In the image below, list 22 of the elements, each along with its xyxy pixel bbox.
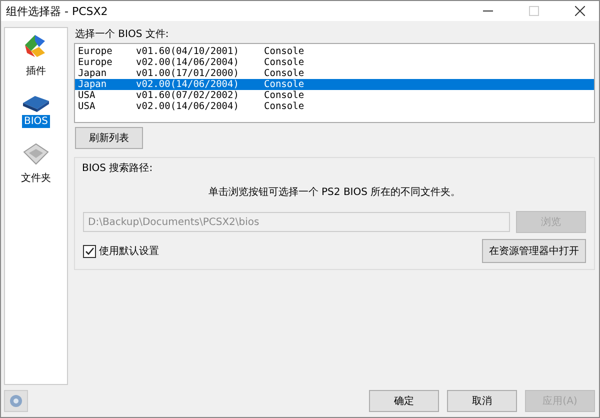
sidebar-item[interactable]: 插件 xyxy=(24,63,48,79)
list-item[interactable]: Europe v02.00(14/06/2004) Console xyxy=(75,57,594,68)
sidebar-item[interactable]: 文件夹 xyxy=(19,170,53,186)
open-explorer-button[interactable]: 在资源管理器中打开 xyxy=(482,239,586,263)
checkbox-label: 使用默认设置 xyxy=(99,244,159,258)
sidebar-item[interactable]: BIOS xyxy=(22,115,50,128)
dialog-button[interactable]: 取消 xyxy=(447,390,517,412)
list-item[interactable]: Europe v01.60(04/10/2001) Console xyxy=(75,46,594,57)
dialog-button[interactable]: 确定 xyxy=(369,390,439,412)
close-icon[interactable] xyxy=(575,6,585,16)
list-item[interactable]: Japan v02.00(14/06/2004) Console xyxy=(75,79,594,90)
list-label: 选择一个 BIOS 文件: xyxy=(75,28,170,41)
hint-text: 单击浏览按钮可选择一个 PS2 BIOS 所在的不同文件夹。 xyxy=(207,186,462,199)
window-title: 组件选择器 - PCSX2 xyxy=(6,4,108,18)
group-title: BIOS 搜索路径: xyxy=(82,162,154,175)
disc-icon xyxy=(8,393,24,409)
list-item[interactable]: USA v01.60(07/02/2002) Console xyxy=(75,90,594,101)
checkbox[interactable] xyxy=(83,244,96,258)
list-item[interactable]: USA v02.00(14/06/2004) Console xyxy=(75,101,594,112)
list-item[interactable]: Japan v01.00(17/01/2000) Console xyxy=(75,68,594,79)
maximize-icon xyxy=(529,6,539,16)
refresh-button[interactable]: 刷新列表 xyxy=(75,127,143,149)
